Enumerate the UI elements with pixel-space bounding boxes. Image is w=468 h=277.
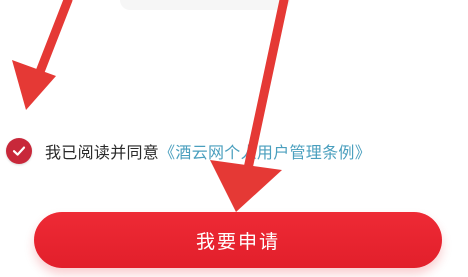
arrow-annotation-icon	[12, 0, 289, 212]
arrow-annotation-right	[210, 0, 289, 212]
arrow-annotation-left	[12, 0, 73, 110]
